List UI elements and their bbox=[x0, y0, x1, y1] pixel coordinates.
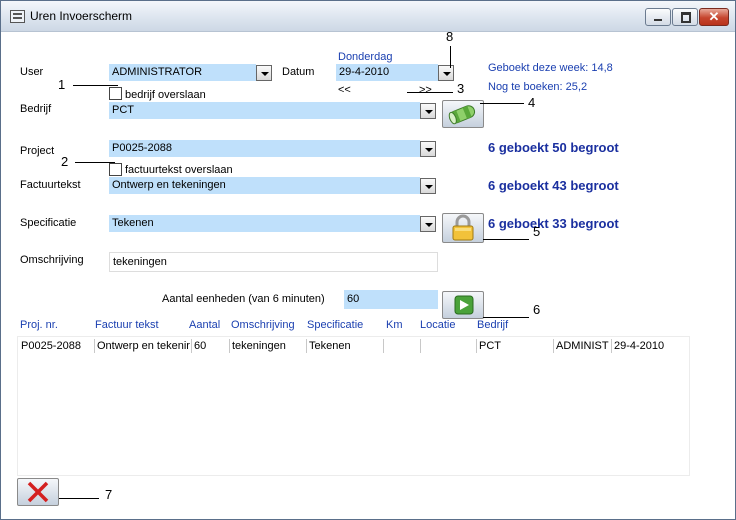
specificatie-dropdown-button[interactable] bbox=[420, 216, 436, 232]
header-specificatie[interactable]: Specificatie bbox=[307, 319, 363, 331]
callout-2: 2 bbox=[61, 154, 69, 169]
cell-user: ADMINIST bbox=[554, 339, 612, 353]
factuurtekst-dropdown-button[interactable] bbox=[420, 178, 436, 194]
factuurtekst-overslaan-label: factuurtekst overslaan bbox=[125, 164, 233, 176]
user-dropdown-button[interactable] bbox=[256, 65, 272, 81]
callout-1-line bbox=[73, 85, 118, 86]
factuur-hours-stat: 6 geboekt 43 begroot bbox=[488, 178, 619, 193]
money-button[interactable] bbox=[442, 100, 484, 128]
form-icon bbox=[10, 10, 25, 23]
cell-proj-nr: P0025-2088 bbox=[19, 339, 95, 353]
project-dropdown-button[interactable] bbox=[420, 141, 436, 157]
geboekt-week-text: Geboekt deze week: 14,8 bbox=[488, 62, 613, 74]
callout-7: 7 bbox=[105, 487, 113, 502]
play-icon bbox=[454, 295, 474, 315]
header-km[interactable]: Km bbox=[386, 319, 403, 331]
bedrijf-overslaan-checkbox[interactable] bbox=[109, 87, 122, 100]
cell-locatie bbox=[421, 339, 477, 353]
header-bedrijf[interactable]: Bedrijf bbox=[477, 319, 508, 331]
callout-8-line bbox=[450, 46, 451, 68]
hours-list[interactable]: P0025-2088 Ontwerp en tekenir 60 tekenin… bbox=[17, 336, 690, 476]
header-aantal[interactable]: Aantal bbox=[189, 319, 220, 331]
omschrijving-input[interactable]: tekeningen bbox=[109, 252, 438, 272]
cell-bedrijf: PCT bbox=[477, 339, 554, 353]
app-window: Uren Invoerscherm ✕ User ADMINISTRATOR D… bbox=[0, 0, 736, 520]
aantal-label: Aantal eenheden (van 6 minuten) bbox=[162, 293, 325, 305]
cancel-button[interactable] bbox=[17, 478, 59, 506]
close-icon: ✕ bbox=[708, 9, 720, 24]
datum-label: Datum bbox=[282, 66, 315, 78]
header-omschrijving[interactable]: Omschrijving bbox=[231, 319, 295, 331]
project-select[interactable]: P0025-2088 bbox=[109, 140, 420, 157]
factuurtekst-overslaan-checkbox[interactable] bbox=[109, 163, 122, 176]
project-label: Project bbox=[20, 145, 55, 157]
go-button[interactable] bbox=[442, 291, 484, 319]
callout-6: 6 bbox=[533, 302, 541, 317]
cell-omschrijving: tekeningen bbox=[230, 339, 307, 353]
next-day-link[interactable]: >> bbox=[419, 84, 432, 96]
callout-1: 1 bbox=[58, 77, 66, 92]
cell-aantal: 60 bbox=[192, 339, 230, 353]
specificatie-select[interactable]: Tekenen bbox=[109, 215, 420, 232]
bedrijf-overslaan-label: bedrijf overslaan bbox=[125, 89, 206, 101]
red-x-icon bbox=[27, 481, 49, 503]
bedrijf-select[interactable]: PCT bbox=[109, 102, 420, 119]
cell-km bbox=[384, 339, 421, 353]
callout-8: 8 bbox=[446, 29, 454, 44]
project-hours-stat: 6 geboekt 50 begroot bbox=[488, 140, 619, 155]
header-locatie[interactable]: Locatie bbox=[420, 319, 455, 331]
header-factuur-tekst[interactable]: Factuur tekst bbox=[95, 319, 159, 331]
cell-datum: 29-4-2010 bbox=[614, 340, 665, 352]
bedrijf-label: Bedrijf bbox=[20, 103, 52, 115]
datum-dropdown-button[interactable] bbox=[438, 65, 454, 81]
close-button[interactable]: ✕ bbox=[699, 8, 729, 26]
callout-5-line bbox=[483, 239, 529, 240]
aantal-input[interactable]: 60 bbox=[344, 290, 438, 309]
money-icon bbox=[448, 105, 476, 125]
bedrijf-dropdown-button[interactable] bbox=[420, 103, 436, 119]
specificatie-hours-stat: 6 geboekt 33 begroot bbox=[488, 216, 619, 231]
callout-4: 4 bbox=[528, 95, 536, 110]
window-title: Uren Invoerscherm bbox=[30, 9, 133, 23]
callout-3-line bbox=[407, 92, 453, 93]
omschrijving-label: Omschrijving bbox=[20, 254, 84, 266]
cell-specificatie: Tekenen bbox=[307, 339, 384, 353]
form-body: User ADMINISTRATOR Datum Donderdag 29-4-… bbox=[5, 29, 731, 516]
padlock-icon bbox=[452, 214, 474, 241]
callout-4-line bbox=[480, 103, 524, 104]
table-row[interactable]: P0025-2088 Ontwerp en tekenir 60 tekenin… bbox=[18, 337, 689, 355]
maximize-button[interactable] bbox=[672, 8, 698, 26]
nog-te-boeken-text: Nog te boeken: 25,2 bbox=[488, 81, 588, 93]
datum-field[interactable]: 29-4-2010 bbox=[336, 64, 438, 81]
minimize-button[interactable] bbox=[645, 8, 671, 26]
callout-3: 3 bbox=[457, 81, 465, 96]
title-bar[interactable]: Uren Invoerscherm ✕ bbox=[1, 1, 735, 32]
header-proj-nr[interactable]: Proj. nr. bbox=[20, 319, 58, 331]
callout-7-line bbox=[59, 498, 99, 499]
callout-2-line bbox=[75, 162, 115, 163]
factuurtekst-label: Factuurtekst bbox=[20, 179, 81, 191]
lock-button[interactable] bbox=[442, 213, 484, 243]
specificatie-label: Specificatie bbox=[20, 217, 77, 229]
callout-5: 5 bbox=[533, 224, 541, 239]
user-select[interactable]: ADMINISTRATOR bbox=[109, 64, 256, 81]
previous-day-link[interactable]: << bbox=[338, 84, 351, 96]
day-name: Donderdag bbox=[338, 51, 393, 63]
factuurtekst-select[interactable]: Ontwerp en tekeningen bbox=[109, 177, 420, 194]
cell-factuur-tekst: Ontwerp en tekenir bbox=[95, 339, 192, 353]
callout-6-line bbox=[483, 317, 529, 318]
user-label: User bbox=[20, 66, 44, 78]
